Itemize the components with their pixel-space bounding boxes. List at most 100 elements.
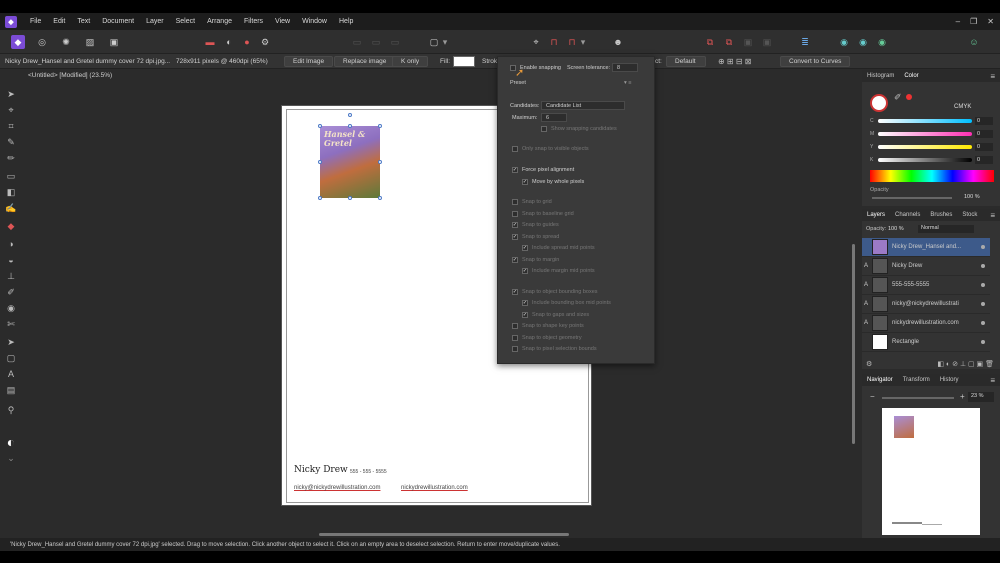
snapping-magnet-icon[interactable]: ⊓ [547,35,561,49]
black-slider[interactable] [878,158,972,162]
selection-handle[interactable] [378,160,382,164]
snap-spread-row[interactable]: ✓ Snap to spread [512,232,559,242]
brush-tool-icon[interactable]: ✍ [5,202,17,214]
object-geometry-checkbox[interactable] [512,335,518,341]
magenta-value[interactable]: 0 [975,130,993,138]
selection-handle[interactable] [318,160,322,164]
table-icon[interactable]: ▭ [388,35,402,49]
menu-text[interactable]: Text [71,18,96,25]
boolean-icon[interactable]: ▣ [741,35,755,49]
spread-mid-row[interactable]: ✓ Include spread mid points [522,243,595,253]
transform-icons[interactable]: ⊕ ⊞ ⊟ ⊠ [718,56,751,67]
preset-chevron-icon[interactable]: ▾ ≡ [624,78,632,88]
snapping-toggle-icon[interactable]: ⊓ [565,35,579,49]
designer-persona-icon[interactable]: ✺ [59,35,73,49]
picture-frame-icon[interactable]: ▭ [369,35,383,49]
gaps-sizes-checkbox[interactable]: ✓ [522,312,528,318]
cover-image[interactable]: Hansel & Gretel [320,126,380,198]
preflight-icon[interactable]: ◐ [222,35,236,49]
show-candidates-checkbox[interactable] [541,126,547,132]
margin-mid-row[interactable]: ✓ Include margin mid points [522,266,595,276]
zoom-in-icon[interactable]: + [960,392,965,401]
cyan-value[interactable]: 0 [975,117,993,125]
yellow-slider[interactable] [878,145,972,149]
text-frame-icon[interactable]: ▭ [350,35,364,49]
signature-email[interactable]: nicky@nickydrewillustration.com [294,485,380,491]
signature-website[interactable]: nickydrewillustration.com [401,485,468,491]
yellow-value[interactable]: 0 [975,143,993,151]
snap-margin-checkbox[interactable]: ✓ [512,257,518,263]
group-icon[interactable]: ⧉ [722,35,736,49]
table-tool-icon[interactable]: ▤ [5,384,17,396]
artistic-text-icon[interactable]: A [5,368,17,380]
layer-visibility-icon[interactable] [981,264,985,268]
snap-spread-checkbox[interactable]: ✓ [512,234,518,240]
document-tab[interactable]: <Untitled> [Modified] (23.5%) [28,72,112,79]
edit-image-button[interactable]: Edit Image [284,56,334,67]
layers-menu-icon[interactable]: ≡ [985,211,1000,220]
zoom-out-icon[interactable]: − [870,392,875,401]
opacity-slider[interactable] [872,197,952,199]
rotation-handle[interactable] [348,113,352,117]
photo-persona-icon[interactable]: ◎ [35,35,49,49]
layer-settings-icon[interactable]: ⚙ [866,360,872,368]
pixel-bounds-row[interactable]: Snap to pixel selection bounds [512,344,597,354]
color-opacity-value[interactable]: 100 % [964,194,980,200]
close-button[interactable]: ✕ [987,17,994,26]
place-tool-icon[interactable]: ➤ [5,336,17,348]
snap-baseline-checkbox[interactable] [512,211,518,217]
rectangle-tool-icon[interactable]: ▢ [5,352,17,364]
layer-visibility-icon[interactable] [981,302,985,306]
snap-grid-row[interactable]: Snap to grid [512,197,552,207]
layer-fx-icons[interactable]: ◧ ◐ ⊘ ⊥ ▢ ▣ 🗑 [937,360,994,368]
menu-arrange[interactable]: Arrange [201,18,238,25]
layer-row[interactable]: Anicky@nickydrewillustrati [862,295,990,314]
color-picker-icon[interactable]: ✐ [5,286,17,298]
tab-transform[interactable]: Transform [898,377,935,383]
settings-icon[interactable]: ⚙ [258,35,272,49]
preset-dropdown[interactable]: Preset [510,78,526,88]
menu-layer[interactable]: Layer [140,18,170,25]
layer-visibility-icon[interactable] [981,283,985,287]
export-persona-icon[interactable]: ▣ [107,35,121,49]
tab-navigator[interactable]: Navigator [862,377,898,383]
navigator-preview[interactable] [882,408,980,535]
snap-options-icon[interactable]: ⌖ [529,35,543,49]
snap-margin-row[interactable]: ✓ Snap to margin [512,255,559,265]
object-geometry-row[interactable]: Snap to object geometry [512,333,582,343]
horizontal-scroll-thumb[interactable] [319,533,569,536]
transparency-tool-icon[interactable]: ◑ [5,238,17,250]
zoom-tool-icon[interactable]: ⚲ [5,404,17,416]
paint-tool-icon[interactable]: ◆ [5,220,17,232]
menu-help[interactable]: Help [333,18,359,25]
layer-row[interactable]: Anickydrewillustration.com [862,314,990,333]
snap-bbox-row[interactable]: ✓ Snap to object bounding boxes [512,287,598,297]
menu-window[interactable]: Window [296,18,333,25]
layer-row[interactable]: A 555-555-5555 [862,276,990,295]
color-swatch-icon[interactable]: ◐ [5,434,17,450]
minimize-button[interactable]: – [956,17,960,26]
only-visible-row[interactable]: Only snap to visible objects [512,144,589,154]
pencil-tool-icon[interactable]: ✏ [5,152,17,164]
shape-key-row[interactable]: Snap to shape key points [512,321,584,331]
align-icon[interactable]: ≣ [798,35,812,49]
text-tool-icon[interactable]: ⊥ [5,270,17,282]
crop-tool-icon[interactable]: ⌗ [5,120,17,132]
vector-crop-icon[interactable]: ✄ [5,318,17,330]
signature-name[interactable]: Nicky Drew [294,465,348,475]
selection-handle[interactable] [378,124,382,128]
tab-channels[interactable]: Channels [890,212,925,218]
layer-visibility-icon[interactable] [981,245,985,249]
assistant-icon[interactable]: ☻ [611,35,625,49]
view-mode-icon[interactable]: ▢ [427,35,441,49]
only-visible-checkbox[interactable] [512,146,518,152]
maximum-input[interactable]: 6 [541,113,567,122]
tab-stock[interactable]: Stock [957,212,982,218]
blend-mode-select[interactable]: Normal [918,225,974,233]
tab-layers[interactable]: Layers [862,212,890,218]
tolerance-input[interactable]: 8 [612,63,638,72]
image-dimensions[interactable]: 728x911 pixels @ 460dpi (65%) [176,56,268,67]
layer-opacity-value[interactable]: 100 % [888,226,904,232]
snap-guides-row[interactable]: ✓ Snap to guides [512,220,559,230]
snapping-chevron-icon[interactable]: ▾ [579,35,587,49]
